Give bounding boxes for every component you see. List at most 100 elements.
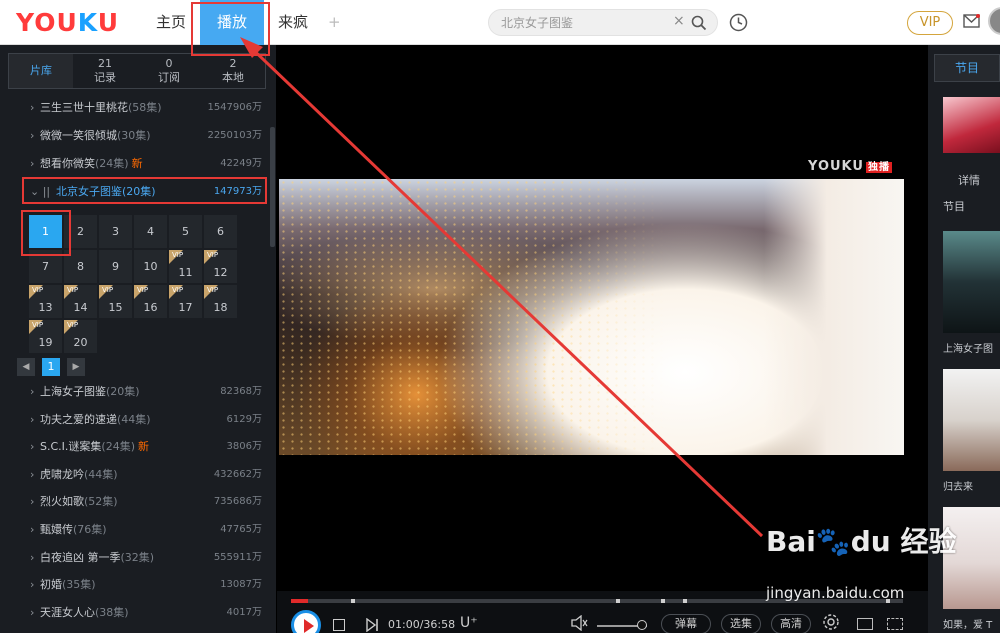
- next-episode-icon[interactable]: [365, 618, 379, 632]
- video-frame[interactable]: [279, 179, 904, 455]
- series-title: 初婚: [40, 578, 62, 592]
- episode-button[interactable]: 3: [99, 215, 132, 248]
- annotation-box-episode: [21, 210, 71, 256]
- series-title: 微微一笑很倾城: [40, 129, 117, 142]
- episode-button[interactable]: 10: [134, 250, 167, 283]
- program-thumbnail[interactable]: [943, 97, 1000, 153]
- series-title: S.C.I.谜案集: [40, 440, 102, 454]
- mail-icon[interactable]: [963, 14, 980, 28]
- episode-button[interactable]: VIP 20: [64, 320, 97, 353]
- tab-records[interactable]: 21 记录: [73, 54, 137, 88]
- episode-button[interactable]: 4: [134, 215, 167, 248]
- series-title: 三生三世十里桃花: [40, 101, 128, 114]
- episode-number: 5: [182, 225, 189, 238]
- prev-page-button[interactable]: ◀: [17, 358, 35, 376]
- avatar[interactable]: [988, 7, 1000, 35]
- tab-laifeng[interactable]: 来疯: [270, 0, 316, 45]
- series-row[interactable]: › 白夜追凶 第一季(32集) 555911万: [0, 544, 268, 571]
- program-thumbnail[interactable]: [943, 231, 1000, 333]
- episode-button[interactable]: VIP 11: [169, 250, 202, 283]
- episode-button[interactable]: 6: [204, 215, 237, 248]
- search-input[interactable]: [501, 14, 671, 32]
- select-episode-button[interactable]: 选集: [721, 614, 761, 633]
- series-row[interactable]: › 烈火如歌(52集) 735686万: [0, 488, 268, 515]
- volume-icon[interactable]: [570, 615, 588, 631]
- baidu-paw-icon: 🐾: [815, 525, 851, 558]
- volume-knob[interactable]: [637, 620, 647, 630]
- series-row[interactable]: › 三生三世十里桃花(58集) 1547906万: [0, 94, 268, 121]
- series-row[interactable]: › 初婚(35集) 13087万: [0, 571, 268, 598]
- series-row[interactable]: › 微微一笑很倾城(30集) 2250103万: [0, 122, 268, 149]
- chevron-right-icon: ›: [30, 523, 35, 536]
- episode-button[interactable]: 5: [169, 215, 202, 248]
- episode-button[interactable]: VIP 17: [169, 285, 202, 318]
- chevron-right-icon: ›: [30, 385, 35, 398]
- series-title: 甄嬛传: [40, 523, 73, 536]
- tab-subscriptions[interactable]: 0 订阅: [137, 54, 201, 88]
- add-tab-button[interactable]: +: [328, 13, 341, 31]
- quality-button[interactable]: 高清: [771, 614, 811, 633]
- chapter-marker: [351, 599, 355, 603]
- danmaku-button[interactable]: 弹幕: [661, 614, 711, 633]
- series-title: 功夫之爱的速递: [40, 412, 117, 426]
- clear-search-button[interactable]: ×: [673, 13, 685, 29]
- series-row[interactable]: › 天涯女人心(38集) 4017万: [0, 599, 268, 626]
- series-title: 白夜追凶 第一季: [40, 550, 121, 564]
- fullscreen-icon[interactable]: [887, 618, 903, 630]
- episode-button[interactable]: VIP 13: [29, 285, 62, 318]
- episode-button[interactable]: VIP 16: [134, 285, 167, 318]
- series-views: 47765万: [220, 524, 262, 535]
- series-title: 上海女子图鉴: [40, 385, 106, 398]
- series-row[interactable]: › 虎啸龙吟(44集) 432662万: [0, 461, 268, 488]
- chevron-right-icon: ›: [30, 467, 35, 481]
- play-button[interactable]: [291, 610, 321, 633]
- youku-logo[interactable]: YOUKU: [16, 8, 119, 37]
- series-row[interactable]: › 功夫之爱的速递(44集) 6129万: [0, 406, 268, 433]
- tab-local[interactable]: 2 本地: [201, 54, 265, 88]
- episode-number: 2: [77, 225, 84, 238]
- tab-programs[interactable]: 节目: [934, 54, 1000, 82]
- tab-home[interactable]: 主页: [148, 0, 194, 45]
- chapter-marker: [661, 599, 665, 603]
- page-number[interactable]: 1: [42, 358, 60, 376]
- episode-number: 9: [112, 260, 119, 273]
- episode-button[interactable]: VIP 18: [204, 285, 237, 318]
- series-count: (24集): [101, 440, 135, 454]
- history-clock-icon[interactable]: [729, 13, 748, 32]
- baidu-watermark: Bai🐾du 经验: [766, 520, 956, 560]
- vip-corner-label: VIP: [32, 321, 44, 329]
- chapter-marker: [683, 599, 687, 603]
- library-tabs: 片库 21 记录 0 订阅 2 本地: [8, 53, 266, 89]
- series-row[interactable]: › S.C.I.谜案集(24集) 新 3806万: [0, 433, 268, 460]
- episode-button[interactable]: 9: [99, 250, 132, 283]
- series-row[interactable]: › 上海女子图鉴(20集) 82368万: [0, 378, 268, 405]
- series-count: (38集): [95, 605, 129, 619]
- series-count: (30集): [117, 129, 151, 142]
- scrollbar[interactable]: [270, 127, 275, 247]
- search-icon[interactable]: [691, 15, 707, 31]
- series-count: (76集): [73, 523, 107, 536]
- episode-button[interactable]: VIP 14: [64, 285, 97, 318]
- series-views: 13087万: [220, 579, 262, 591]
- series-row[interactable]: › 甄嬛传(76集) 47765万: [0, 516, 268, 543]
- episode-button[interactable]: VIP 19: [29, 320, 62, 353]
- stop-button[interactable]: [333, 619, 345, 631]
- upload-u-icon[interactable]: U⁺: [460, 615, 478, 631]
- episode-number: 10: [143, 260, 158, 273]
- episode-number: 7: [42, 260, 49, 273]
- theater-mode-icon[interactable]: [857, 618, 873, 630]
- tab-library[interactable]: 片库: [9, 54, 73, 88]
- next-page-button[interactable]: ▶: [67, 358, 85, 376]
- gear-icon[interactable]: [822, 613, 840, 631]
- episode-button[interactable]: VIP 12: [204, 250, 237, 283]
- details-link[interactable]: 详情: [958, 172, 980, 188]
- baidu-text-du: du: [850, 525, 891, 558]
- episode-button[interactable]: VIP 15: [99, 285, 132, 318]
- series-count: (52集): [84, 495, 118, 509]
- program-thumbnail[interactable]: [943, 369, 1000, 471]
- episode-number: 4: [147, 225, 154, 238]
- vip-button[interactable]: VIP: [907, 11, 953, 35]
- logo-text-k: K: [77, 8, 98, 37]
- series-count: (24集): [95, 157, 129, 170]
- series-row[interactable]: › 想看你微笑(24集) 新 42249万: [0, 150, 268, 177]
